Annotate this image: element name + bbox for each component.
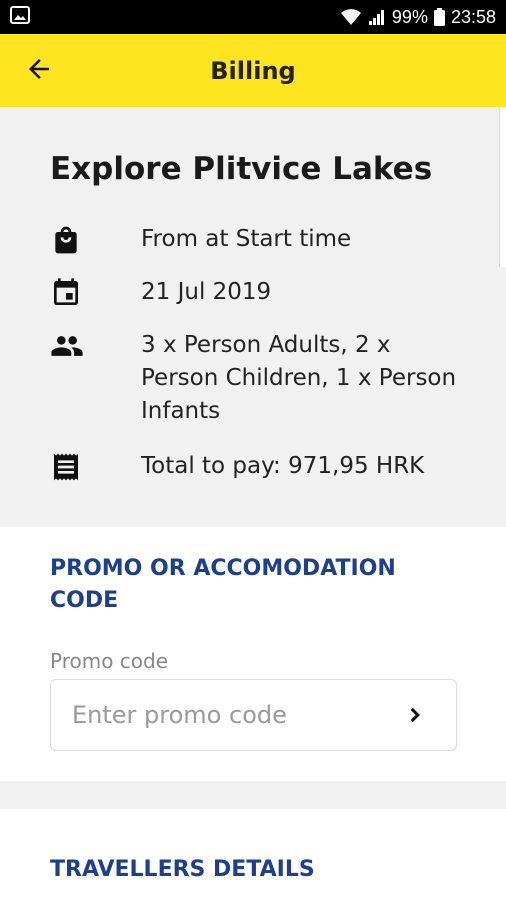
promo-label: Promo code (50, 649, 169, 673)
promo-section: PROMO OR ACCOMODATION CODE Promo code (0, 527, 506, 781)
shopping-bag-icon (50, 223, 84, 257)
detail-text: 21 Jul 2019 (141, 279, 272, 305)
travellers-heading: TRAVELLERS DETAILS (50, 857, 315, 882)
receipt-icon (50, 450, 84, 484)
battery-percent: 99% (391, 6, 428, 27)
battery-icon (433, 8, 445, 26)
promo-field[interactable] (50, 679, 457, 751)
wifi-icon (340, 8, 362, 26)
status-bar: 99% 23:58 (0, 0, 506, 34)
detail-total: Total to pay: 971,95 HRK (50, 450, 424, 484)
tour-title: Explore Plitvice Lakes (50, 151, 433, 187)
page-title: Billing (210, 56, 296, 85)
calendar-icon (50, 276, 84, 310)
app-bar: Billing (0, 34, 506, 107)
travellers-section: TRAVELLERS DETAILS (0, 809, 506, 900)
detail-text: From at Start time (141, 226, 352, 252)
people-icon (50, 329, 84, 363)
scrollbar[interactable] (499, 107, 506, 267)
promo-heading: PROMO OR ACCOMODATION CODE (50, 556, 396, 613)
detail-text: 3 x Person Adults, 2 x Person Children, … (141, 332, 457, 424)
detail-text: Total to pay: 971,95 HRK (141, 453, 425, 479)
detail-date: 21 Jul 2019 (50, 276, 271, 310)
image-notification-icon (10, 5, 30, 29)
signal-icon (368, 8, 386, 26)
detail-start-time: From at Start time (50, 223, 351, 257)
promo-input[interactable] (70, 700, 374, 730)
status-left (10, 5, 30, 29)
arrow-left-icon (24, 54, 54, 88)
chevron-right-icon[interactable] (402, 702, 428, 728)
detail-participants: 3 x Person Adults, 2 x Person Children, … (50, 329, 456, 424)
status-right: 99% 23:58 (340, 7, 496, 28)
back-button[interactable] (22, 54, 56, 88)
clock: 23:58 (450, 6, 496, 27)
booking-summary: Explore Plitvice Lakes From at Start tim… (0, 107, 506, 527)
section-divider (0, 781, 506, 809)
